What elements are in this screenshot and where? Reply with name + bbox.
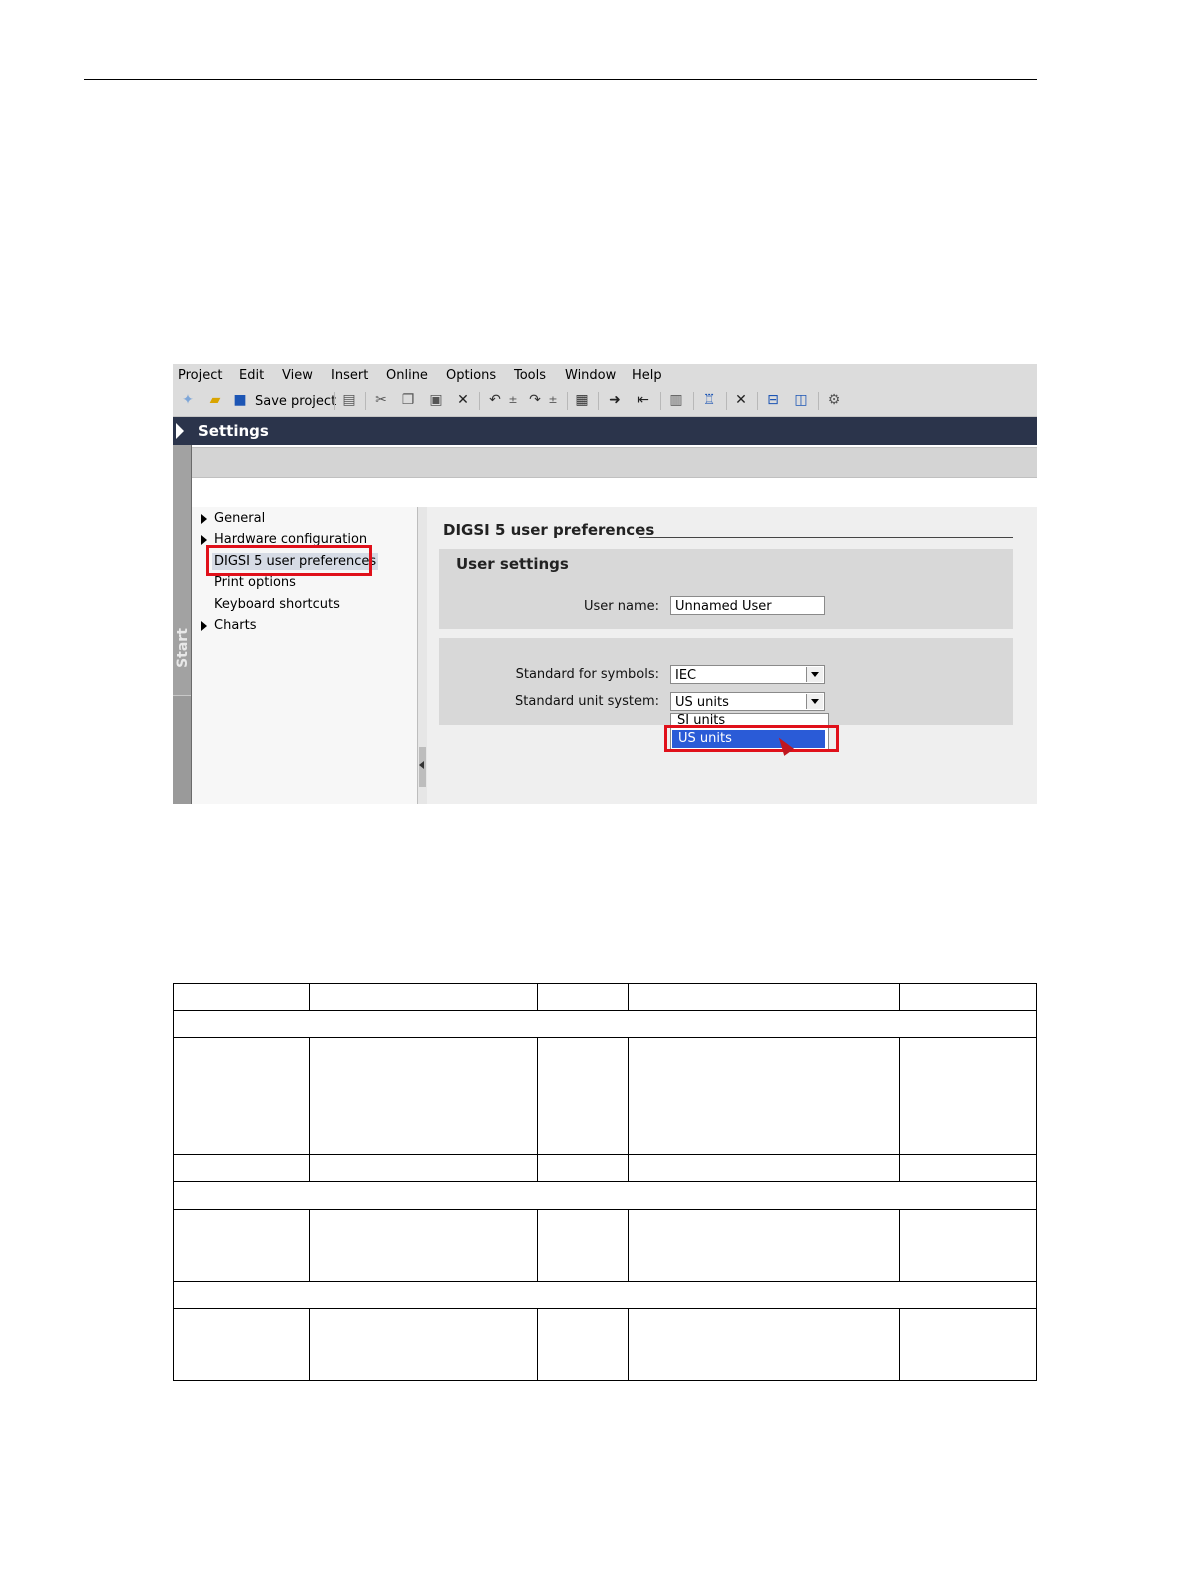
settings-title-bar: Settings <box>173 417 1037 445</box>
start-sidebar[interactable]: Start <box>173 445 191 804</box>
expand-arrow-icon[interactable] <box>201 535 207 545</box>
unit-system-select[interactable]: US units <box>670 692 825 711</box>
user-settings-title: User settings <box>456 555 569 573</box>
cut-icon[interactable]: ✂ <box>372 391 390 409</box>
menu-window[interactable]: Window <box>565 368 616 383</box>
toolbar-separator <box>818 392 819 410</box>
toolbar-separator <box>365 392 366 410</box>
chevron-down-icon[interactable] <box>806 694 823 709</box>
split-horizontal-icon[interactable]: ⊟ <box>764 391 782 409</box>
symbols-label: Standard for symbols: <box>515 667 659 682</box>
unit-system-label: Standard unit system: <box>515 694 659 709</box>
menu-help[interactable]: Help <box>632 368 662 383</box>
device-icon[interactable]: ▥ <box>667 391 685 409</box>
menu-insert[interactable]: Insert <box>331 368 368 383</box>
parameter-table <box>173 983 1037 1381</box>
user-name-input[interactable]: Unnamed User <box>670 596 825 615</box>
toolbar-separator <box>598 392 599 410</box>
tree-item-charts[interactable]: Charts <box>214 618 257 633</box>
compile-icon[interactable]: ▦ <box>573 391 591 409</box>
toolbar: ✦ ▰ ■ Save project ▤ ✂ ❐ ▣ ✕ ↶ ± ↷ ± ▦ ➜… <box>173 387 1037 417</box>
load-from-device-icon[interactable]: ⇤ <box>634 391 652 409</box>
expand-arrow-icon[interactable] <box>201 621 207 631</box>
tree-item-general[interactable]: General <box>214 511 265 526</box>
redo-dropdown-icon[interactable]: ± <box>544 391 562 409</box>
highlight-box <box>206 545 372 576</box>
print-icon[interactable]: ▤ <box>340 391 358 409</box>
section-rule <box>639 537 1013 538</box>
settings-screenshot: Project Edit View Insert Online Options … <box>173 364 1037 804</box>
new-project-icon[interactable]: ✦ <box>179 391 197 409</box>
menu-project[interactable]: Project <box>178 368 222 383</box>
toolbar-separator <box>567 392 568 410</box>
symbols-select[interactable]: IEC <box>670 665 825 684</box>
standards-panel: Standard for symbols: IEC Standard unit … <box>439 638 1013 725</box>
start-tab-label[interactable]: Start <box>175 626 191 670</box>
settings-toggle-icon[interactable]: ⚙ <box>825 391 843 409</box>
expand-arrow-icon[interactable] <box>176 423 184 439</box>
close-connection-icon[interactable]: ✕ <box>732 391 750 409</box>
toolbar-separator <box>660 392 661 410</box>
open-project-icon[interactable]: ▰ <box>206 391 224 409</box>
undo-icon[interactable]: ↶ <box>486 391 504 409</box>
tree-item-keyboard-shortcuts[interactable]: Keyboard shortcuts <box>214 597 340 612</box>
menu-view[interactable]: View <box>282 368 313 383</box>
menu-tools[interactable]: Tools <box>514 368 546 383</box>
accessible-devices-icon[interactable]: ♖ <box>700 391 718 409</box>
paste-icon[interactable]: ▣ <box>427 391 445 409</box>
toolbar-separator <box>757 392 758 410</box>
symbols-value: IEC <box>675 668 697 683</box>
tree-item-hardware-configuration[interactable]: Hardware configuration <box>214 532 367 546</box>
highlight-box <box>664 725 839 752</box>
load-to-device-icon[interactable]: ➜ <box>606 391 624 409</box>
toolbar-separator <box>726 392 727 410</box>
save-project-button[interactable]: Save project <box>255 394 336 409</box>
expand-arrow-icon[interactable] <box>201 514 207 524</box>
user-name-label: User name: <box>583 599 659 614</box>
collapse-arrow-icon[interactable] <box>419 761 424 769</box>
menu-options[interactable]: Options <box>446 368 496 383</box>
unit-system-value: US units <box>675 695 729 710</box>
copy-icon[interactable]: ❐ <box>399 391 417 409</box>
save-icon[interactable]: ■ <box>231 391 249 409</box>
user-settings-panel: User settings User name: Unnamed User <box>439 549 1013 629</box>
window-title: Settings <box>198 422 269 440</box>
page-top-rule <box>84 79 1037 80</box>
sidebar-lower <box>173 695 191 804</box>
settings-header-strip <box>192 447 1037 478</box>
chevron-down-icon[interactable] <box>806 667 823 682</box>
undo-dropdown-icon[interactable]: ± <box>504 391 522 409</box>
section-title: DIGSI 5 user preferences <box>443 521 655 539</box>
toolbar-separator <box>693 392 694 410</box>
menu-bar: Project Edit View Insert Online Options … <box>173 364 1037 387</box>
toolbar-separator <box>479 392 480 410</box>
tree-item-print-options[interactable]: Print options <box>214 575 296 590</box>
toolbar-separator <box>334 392 335 410</box>
delete-icon[interactable]: ✕ <box>454 391 472 409</box>
menu-edit[interactable]: Edit <box>239 368 264 383</box>
split-vertical-icon[interactable]: ◫ <box>792 391 810 409</box>
settings-content: DIGSI 5 user preferences User settings U… <box>427 507 1037 804</box>
redo-icon[interactable]: ↷ <box>526 391 544 409</box>
menu-online[interactable]: Online <box>386 368 428 383</box>
